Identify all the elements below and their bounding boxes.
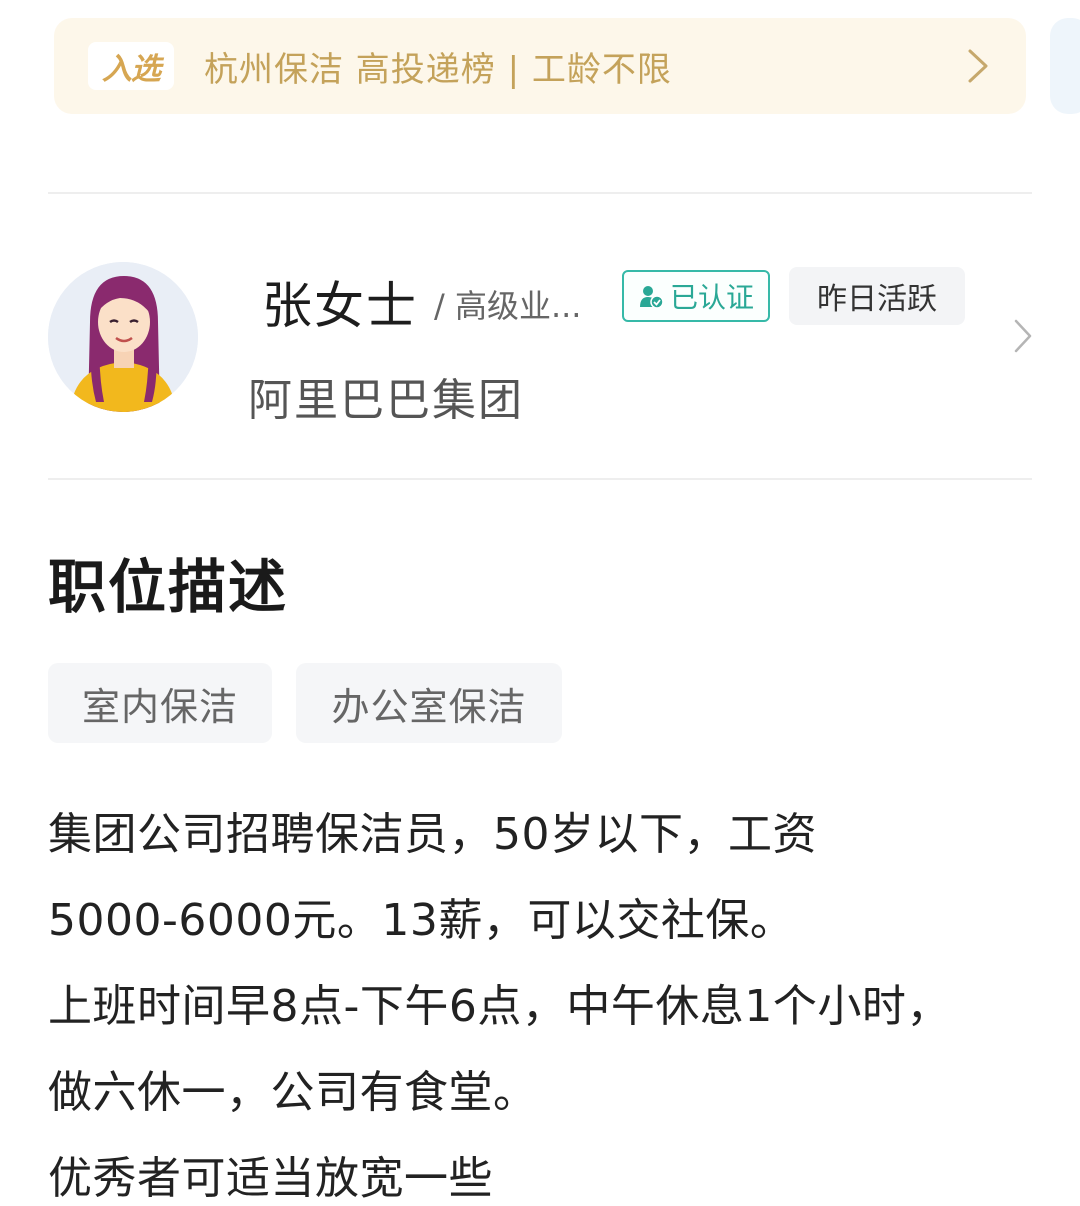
verified-label: 已认证 [669,281,754,314]
recruiter-avatar-illustration [48,262,198,412]
chevron-right-icon [968,49,988,83]
job-tag: 室内保洁 [48,663,272,743]
verified-badge: 已认证 [622,270,770,322]
description-line: 优秀者可适当放宽一些 [48,1153,493,1204]
verified-user-icon [639,286,664,309]
section-title-job-description: 职位描述 [48,553,289,621]
banner-text: 杭州保洁 高投递榜 | 工龄不限 [204,49,672,90]
description-line: 5000-6000元。13薪，可以交社保。 [48,895,795,946]
job-tag: 办公室保洁 [296,663,562,743]
company-name: 阿里巴巴集团 [248,375,524,426]
divider [48,478,1032,480]
avatar [48,262,198,412]
next-banner-peek [1050,18,1080,114]
divider [48,192,1032,194]
description-line: 做六休一，公司有食堂。 [48,1067,538,1118]
active-status-badge: 昨日活跃 [789,267,965,325]
chevron-right-icon[interactable] [1008,318,1038,354]
description-line: 集团公司招聘保洁员，50岁以下，工资 [48,809,817,860]
description-line: 上班时间早8点-下午6点，中午休息1个小时， [48,981,951,1032]
recruiter-name: 张女士 [262,277,418,335]
ranking-banner[interactable]: 入选 杭州保洁 高投递榜 | 工龄不限 [54,18,1026,114]
recruiter-role: / 高级业... [434,287,582,325]
banner-badge: 入选 [88,42,174,90]
